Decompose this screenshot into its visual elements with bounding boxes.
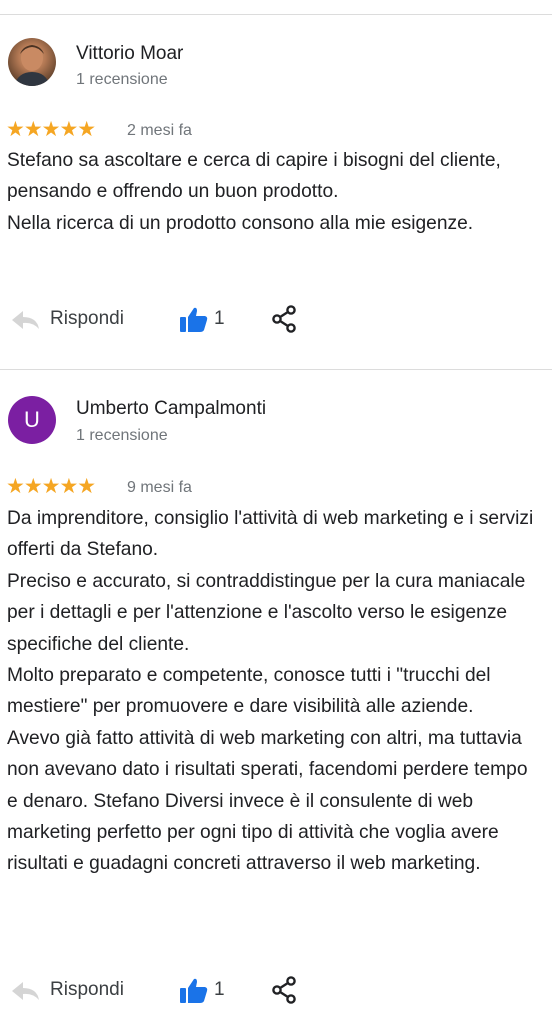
star-rating: ★★★★★ — [6, 118, 96, 141]
thumbs-up-icon[interactable] — [178, 977, 210, 1005]
share-icon[interactable] — [271, 304, 297, 334]
review-paragraph: Nella ricerca di un prodotto consono all… — [7, 212, 474, 234]
reply-icon[interactable] — [10, 979, 40, 1003]
author-name[interactable]: Vittorio Moar — [76, 43, 183, 65]
avatar[interactable] — [8, 38, 56, 86]
review-count: 1 recensione — [76, 71, 168, 88]
star-rating: ★★★★★ — [6, 475, 96, 498]
avatar-letter: U — [24, 407, 40, 432]
review-card: U Umberto Campalmonti 1 recensione ★★★★★… — [0, 396, 552, 1021]
reply-button[interactable]: Rispondi — [50, 979, 124, 1001]
like-count: 1 — [214, 979, 225, 1000]
top-divider — [0, 14, 552, 15]
review-card: Vittorio Moar 1 recensione ★★★★★ 2 mesi … — [0, 38, 552, 348]
review-date: 2 mesi fa — [127, 122, 192, 139]
reply-button[interactable]: Rispondi — [50, 308, 124, 330]
review-count: 1 recensione — [76, 427, 168, 444]
review-text: Da imprenditore, consiglio l'attività di… — [7, 503, 542, 880]
author-name[interactable]: Umberto Campalmonti — [76, 398, 266, 420]
person-photo-icon — [14, 45, 50, 86]
review-text: Stefano sa ascoltare e cerca di capire i… — [7, 145, 542, 239]
review-paragraph: Stefano sa ascoltare e cerca di capire i… — [7, 150, 501, 203]
review-actions: Rispondi 1 — [0, 302, 552, 338]
like-count: 1 — [214, 308, 225, 329]
review-paragraph: Preciso e accurato, si contraddistingue … — [7, 570, 526, 655]
review-paragraph: Da imprenditore, consiglio l'attività di… — [7, 508, 534, 561]
review-actions: Rispondi 1 — [0, 973, 552, 1009]
review-paragraph: Avevo già fatto attività di web marketin… — [7, 727, 528, 875]
review-paragraph: Molto preparato e competente, conosce tu… — [7, 665, 491, 718]
review-divider — [0, 369, 552, 370]
avatar[interactable]: U — [8, 396, 56, 444]
reply-icon[interactable] — [10, 308, 40, 332]
review-date: 9 mesi fa — [127, 479, 192, 496]
thumbs-up-icon[interactable] — [178, 306, 210, 334]
share-icon[interactable] — [271, 975, 297, 1005]
